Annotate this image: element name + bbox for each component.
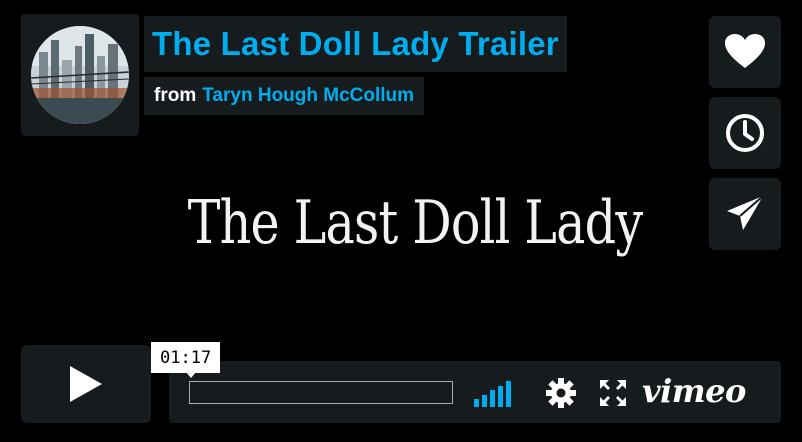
video-title-card: The Last Doll Lady [187,188,643,258]
progress-bar[interactable] [189,381,453,404]
gear-icon [546,378,576,408]
byline: from Taryn Hough McCollum [144,77,425,115]
like-button[interactable] [709,16,781,88]
settings-button[interactable] [545,377,577,409]
byline-prefix: from [154,85,197,106]
avatar [31,26,129,124]
timecode: 01:17 [151,342,221,373]
video-player: The Last Doll Lady Trailer from Taryn Ho… [0,0,802,442]
video-title-link[interactable]: The Last Doll Lady Trailer [144,16,567,72]
vimeo-logo[interactable]: vimeo [642,372,746,412]
volume-bar [490,390,495,407]
watch-later-button[interactable] [709,97,781,169]
timecode-pointer [186,372,196,378]
video-title: The Last Doll Lady Trailer [152,25,559,62]
control-bar: vimeo [169,361,781,423]
volume-control[interactable] [474,381,522,407]
volume-bar [498,386,503,407]
volume-bar [482,395,487,407]
fullscreen-icon [600,380,626,406]
play-button[interactable] [21,345,151,423]
author-avatar-button[interactable] [21,14,139,136]
clock-icon [726,114,764,152]
fullscreen-button[interactable] [598,378,628,408]
heart-icon [725,34,765,68]
play-icon [70,366,102,402]
volume-bar [506,381,511,407]
volume-bar [474,399,479,407]
author-link[interactable]: Taryn Hough McCollum [202,85,414,107]
